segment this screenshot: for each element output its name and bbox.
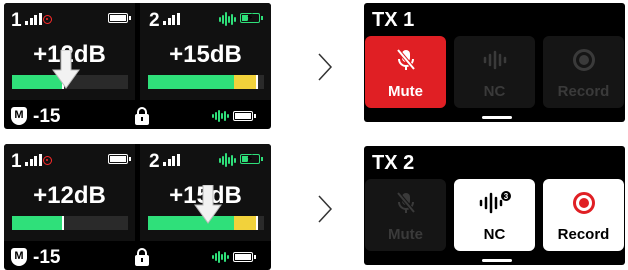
tx1-settings-screen: TX 1 Mute NC Record [364,3,625,122]
volume-value: -15 [33,106,61,127]
screen-title: TX 2 [372,152,415,174]
nc-label: NC [483,83,506,100]
tx1-gain: +12dB [33,182,106,209]
record-label: Record [557,83,610,100]
tx2-number: 2 [149,10,160,31]
nc-button[interactable]: 3 NC [454,179,535,251]
signal-icon [163,154,180,166]
tx2-gain: +15dB [169,41,242,68]
receiver-screen-bottom: 1 +12dB 2 ⚡ +15dB M -15 [4,144,271,270]
nc-button[interactable]: NC [454,36,535,108]
noise-cancel-icon [219,12,236,26]
noise-cancel-icon: 3 [454,191,535,215]
nc-label: NC [483,226,506,243]
mute-label: Mute [388,83,423,100]
shield-icon: M [11,107,27,125]
noise-cancel-icon [219,153,236,167]
record-button[interactable]: Record [543,179,624,251]
lock-icon [135,248,149,266]
battery-charging-icon: ⚡ [240,153,263,165]
noise-cancel-icon [454,48,535,72]
record-indicator-icon [43,15,52,24]
record-icon [543,191,624,215]
tx2-number: 2 [149,151,160,172]
tap-arrow-icon [194,185,222,224]
mic-muted-icon [365,191,446,215]
tx1-number: 1 [11,10,22,31]
signal-icon [163,13,180,25]
noise-cancel-icon [212,251,229,263]
tx2-settings-screen: TX 2 Mute 3 NC Record [364,146,625,265]
tx2-panel[interactable]: 2 ⚡ +15dB [140,3,271,100]
status-bar: M -15 [4,105,271,129]
battery-charging-icon: ⚡ [240,12,263,24]
tx1-level-meter [12,216,128,230]
status-bar: M -15 [4,246,271,270]
tap-arrow-icon [52,50,80,89]
signal-icon [25,13,42,25]
volume-value: -15 [33,247,61,268]
noise-cancel-icon [212,110,229,122]
tx1-panel[interactable]: 1 +12dB [4,144,135,241]
record-label: Record [557,226,610,243]
lock-icon [135,107,149,125]
page-indicator [482,116,512,119]
tx1-number: 1 [11,151,22,172]
mute-label: Mute [388,226,423,243]
receiver-battery-icon [233,111,256,121]
page-indicator [482,259,512,262]
screen-title: TX 1 [372,9,415,31]
battery-icon [108,154,131,164]
record-icon [543,48,624,72]
tx2-level-meter [148,75,264,89]
mute-button[interactable]: Mute [365,179,446,251]
chevron-right-icon [318,53,333,81]
mute-button[interactable]: Mute [365,36,446,108]
nc-level-badge: 3 [503,192,508,201]
receiver-screen-top: 1 +12dB 2 ⚡ +15dB M -15 [4,3,271,129]
chevron-right-icon [318,195,333,223]
record-button[interactable]: Record [543,36,624,108]
receiver-battery-icon [233,252,256,262]
signal-icon [25,154,42,166]
shield-icon: M [11,248,27,266]
record-indicator-icon [43,156,52,165]
mic-muted-icon [365,48,446,72]
battery-icon [108,13,131,23]
